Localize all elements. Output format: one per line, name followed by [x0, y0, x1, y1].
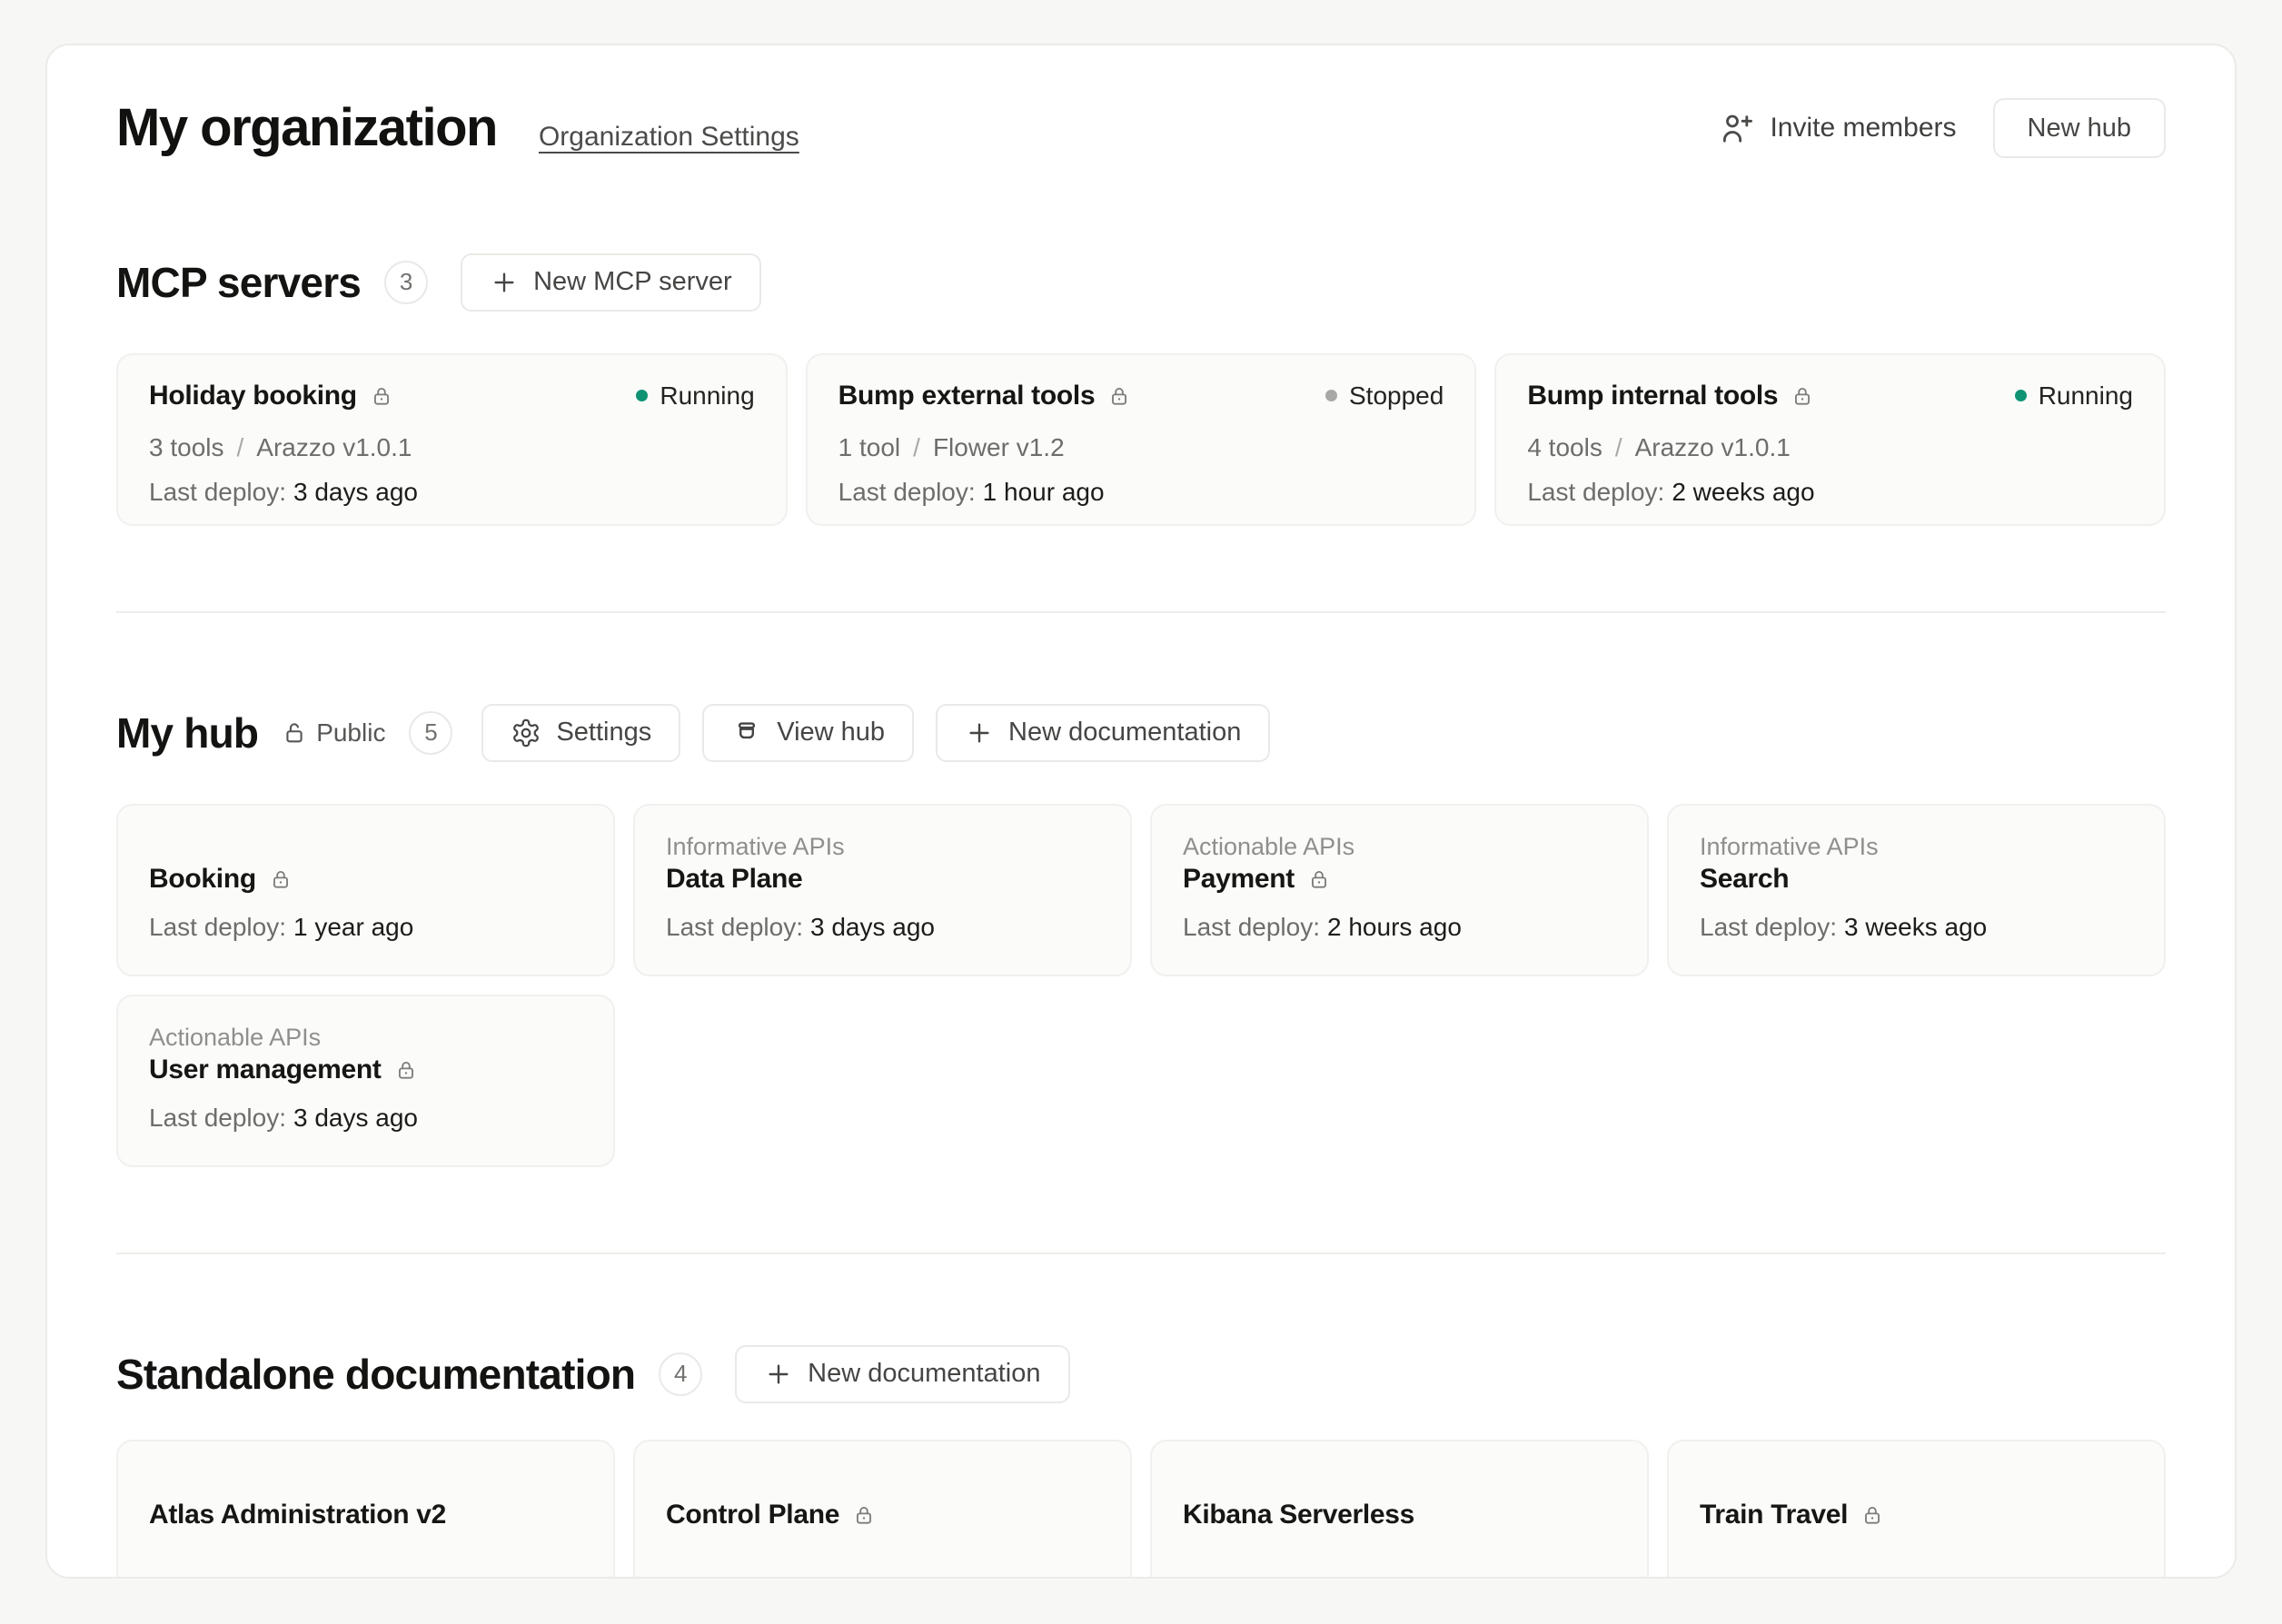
hub-doc-card[interactable]: Informative APIs Data Plane Last deploy:…	[633, 804, 1132, 976]
mcp-card-meta: 3 tools/Arazzo v1.0.1	[149, 433, 755, 462]
new-hub-button[interactable]: New hub	[1993, 98, 2166, 158]
mcp-cards-row: Holiday booking Running 3 tools/Arazzo v…	[116, 353, 2166, 526]
lock-open-icon	[282, 720, 307, 746]
last-deploy: Last deploy:3 weeks ago	[1700, 913, 2133, 942]
last-deploy: Last deploy:3 days ago	[149, 478, 755, 507]
standalone-cards-row: Atlas Administration v2 Control Plane Ki…	[116, 1440, 2166, 1579]
last-deploy: Last deploy:3 days ago	[149, 1104, 582, 1133]
plus-icon	[965, 718, 994, 748]
doc-title: Kibana Serverless	[1183, 1500, 1414, 1530]
hub-visibility: Public	[282, 718, 385, 748]
mcp-card-title: Holiday booking	[149, 381, 357, 411]
hub-cards-row-1: Booking Last deploy:1 year ago Informati…	[116, 804, 2166, 976]
hub-doc-card[interactable]: Actionable APIs Payment Last deploy:2 ho…	[1150, 804, 1649, 976]
last-deploy: Last deploy:1 year ago	[149, 913, 582, 942]
hub-jar-icon	[731, 718, 762, 748]
status-badge: Stopped	[1325, 381, 1444, 411]
standalone-doc-card[interactable]: Train Travel	[1667, 1440, 2166, 1579]
lock-icon	[269, 867, 293, 891]
doc-title: Data Plane	[666, 864, 802, 895]
mcp-servers-header: MCP servers 3 New MCP server	[116, 253, 2166, 312]
standalone-heading: Standalone documentation	[116, 1350, 635, 1399]
doc-category: Informative APIs	[666, 806, 1099, 864]
last-deploy: Last deploy:1 hour ago	[838, 478, 1444, 507]
hub-doc-card[interactable]: Booking Last deploy:1 year ago	[116, 804, 615, 976]
last-deploy: Last deploy:3 days ago	[666, 913, 1099, 942]
mcp-card-meta: 4 tools/Arazzo v1.0.1	[1527, 433, 2133, 462]
organization-settings-link[interactable]: Organization Settings	[539, 122, 799, 153]
main-panel: My organization Organization Settings In…	[45, 44, 2237, 1579]
lock-icon	[394, 1058, 418, 1082]
hub-new-documentation-label: New documentation	[1008, 718, 1241, 748]
standalone-new-documentation-label: New documentation	[808, 1359, 1040, 1389]
plus-icon	[764, 1360, 793, 1389]
mcp-card-title: Bump internal tools	[1527, 381, 1778, 411]
lock-icon	[852, 1503, 876, 1527]
standalone-doc-card[interactable]: Atlas Administration v2	[116, 1440, 615, 1579]
view-hub-label: View hub	[777, 718, 885, 748]
lock-icon	[1307, 867, 1331, 891]
mcp-count-badge: 3	[384, 261, 428, 304]
status-badge: Running	[2015, 381, 2133, 411]
doc-title: Control Plane	[666, 1500, 839, 1530]
doc-category: Actionable APIs	[1183, 806, 1616, 864]
new-mcp-server-button[interactable]: New MCP server	[461, 253, 761, 312]
last-deploy: Last deploy:2 weeks ago	[1527, 478, 2133, 507]
hub-doc-card[interactable]: Actionable APIs User management Last dep…	[116, 995, 615, 1167]
last-deploy: Last deploy:2 hours ago	[1183, 913, 1616, 942]
page-header: My organization Organization Settings In…	[116, 45, 2166, 159]
invite-members-label: Invite members	[1770, 113, 1956, 144]
hub-settings-label: Settings	[556, 718, 651, 748]
hub-visibility-label: Public	[316, 718, 385, 748]
lock-icon	[1791, 384, 1814, 408]
hub-settings-button[interactable]: Settings	[481, 704, 680, 762]
status-dot	[636, 390, 648, 401]
status-badge: Running	[636, 381, 754, 411]
section-divider	[116, 611, 2166, 613]
lock-icon	[1107, 384, 1131, 408]
lock-icon	[370, 384, 393, 408]
my-hub-heading: My hub	[116, 708, 258, 758]
doc-title: Train Travel	[1700, 1500, 1848, 1530]
my-hub-header: My hub Public 5 Settings View hub	[116, 704, 2166, 762]
status-label: Running	[660, 381, 754, 411]
standalone-header: Standalone documentation 4 New documenta…	[116, 1345, 2166, 1403]
standalone-doc-card[interactable]: Control Plane	[633, 1440, 1132, 1579]
new-mcp-server-label: New MCP server	[533, 267, 732, 297]
lock-icon	[1860, 1503, 1884, 1527]
mcp-server-card[interactable]: Holiday booking Running 3 tools/Arazzo v…	[116, 353, 788, 526]
hub-cards-row-2: Actionable APIs User management Last dep…	[116, 995, 2166, 1167]
standalone-new-documentation-button[interactable]: New documentation	[735, 1345, 1069, 1403]
plus-icon	[490, 268, 519, 297]
status-dot	[1325, 390, 1337, 401]
mcp-card-title: Bump external tools	[838, 381, 1096, 411]
hub-doc-card[interactable]: Informative APIs Search Last deploy:3 we…	[1667, 804, 2166, 976]
standalone-count-badge: 4	[659, 1352, 702, 1396]
mcp-server-card[interactable]: Bump external tools Stopped 1 tool/Flowe…	[806, 353, 1477, 526]
doc-category: Actionable APIs	[149, 996, 582, 1055]
doc-title: Booking	[149, 864, 256, 895]
status-label: Running	[2039, 381, 2133, 411]
hub-new-documentation-button[interactable]: New documentation	[936, 704, 1270, 762]
invite-members-button[interactable]: Invite members	[1719, 110, 1956, 146]
doc-title: Payment	[1183, 864, 1295, 895]
mcp-card-meta: 1 tool/Flower v1.2	[838, 433, 1444, 462]
standalone-doc-card[interactable]: Kibana Serverless	[1150, 1440, 1649, 1579]
doc-title: Search	[1700, 864, 1789, 895]
user-plus-icon	[1719, 110, 1755, 146]
doc-category	[149, 806, 582, 864]
doc-title: Atlas Administration v2	[149, 1500, 446, 1530]
section-divider	[116, 1253, 2166, 1254]
gear-icon	[511, 718, 541, 748]
view-hub-button[interactable]: View hub	[702, 704, 914, 762]
mcp-servers-heading: MCP servers	[116, 258, 361, 307]
doc-title: User management	[149, 1055, 382, 1085]
doc-category: Informative APIs	[1700, 806, 2133, 864]
new-hub-label: New hub	[2028, 114, 2131, 144]
mcp-server-card[interactable]: Bump internal tools Running 4 tools/Araz…	[1494, 353, 2166, 526]
status-label: Stopped	[1349, 381, 1444, 411]
status-dot	[2015, 390, 2027, 401]
hub-count-badge: 5	[409, 711, 452, 755]
page-title: My organization	[116, 98, 497, 159]
